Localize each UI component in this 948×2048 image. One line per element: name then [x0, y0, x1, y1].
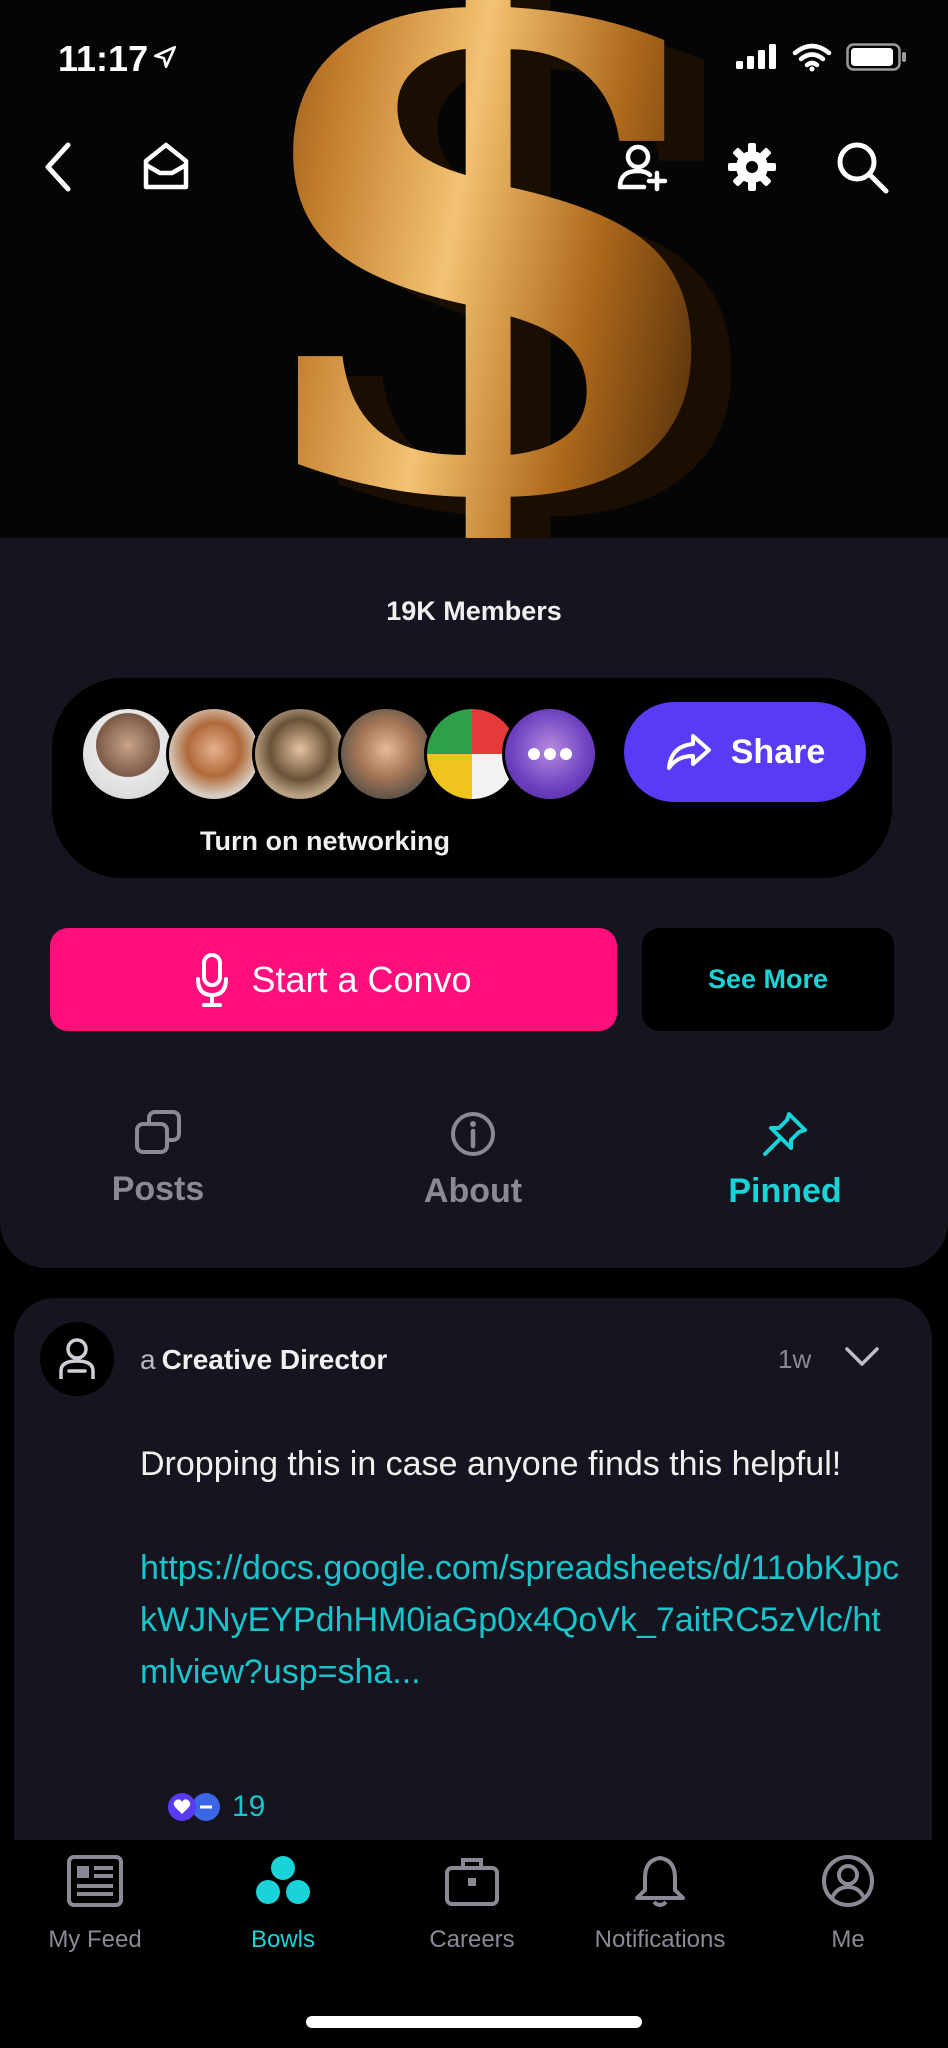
- nav-label: Me: [831, 1926, 865, 1953]
- start-convo-label: Start a Convo: [251, 958, 472, 1000]
- see-more-button[interactable]: See More: [642, 928, 894, 1031]
- post-options-button[interactable]: [844, 1346, 880, 1373]
- post-text: Dropping this in case anyone finds this …: [140, 1445, 842, 1483]
- battery-icon: [846, 43, 906, 71]
- reaction-count: 19: [232, 1790, 266, 1823]
- nav-notifications[interactable]: Notifications: [570, 1854, 750, 1954]
- tab-posts[interactable]: Posts: [48, 1110, 268, 1220]
- member-avatar[interactable]: [338, 706, 434, 802]
- status-bar: 11:17: [0, 0, 948, 120]
- status-icons: [734, 42, 908, 72]
- share-arrow-icon: [666, 734, 711, 770]
- profile-icon: [822, 1855, 874, 1907]
- gear-icon: [728, 143, 776, 191]
- home-indicator[interactable]: [306, 2016, 642, 2028]
- briefcase-icon: [445, 1858, 499, 1906]
- nav-bowls[interactable]: Bowls: [193, 1854, 373, 1954]
- member-avatar[interactable]: [166, 706, 262, 802]
- inbox-button[interactable]: [134, 135, 198, 199]
- post-link[interactable]: https://docs.google.com/spreadsheets/d/1…: [140, 1542, 900, 1698]
- pin-icon: [763, 1112, 807, 1156]
- tab-label: About: [423, 1172, 523, 1210]
- nav-me[interactable]: Me: [758, 1854, 938, 1954]
- nav-careers[interactable]: Careers: [382, 1854, 562, 1954]
- back-chevron-icon: [45, 142, 71, 192]
- reaction-icons: [168, 1793, 220, 1821]
- share-label: Share: [730, 732, 826, 771]
- member-avatar[interactable]: [252, 706, 348, 802]
- author-avatar[interactable]: [40, 1322, 114, 1396]
- more-dots-icon: [528, 748, 572, 760]
- settings-button[interactable]: [720, 135, 784, 199]
- post-body: Dropping this in case anyone finds this …: [140, 1438, 900, 1698]
- post-author[interactable]: a Creative Director: [140, 1344, 387, 1376]
- more-members-button[interactable]: [502, 706, 598, 802]
- anonymous-user-icon: [59, 1338, 95, 1379]
- wifi-icon: [792, 43, 832, 72]
- member-count: 19K Members: [386, 596, 562, 626]
- nav-label: My Feed: [48, 1926, 142, 1953]
- location-arrow-icon: [153, 45, 177, 69]
- tab-about[interactable]: About: [363, 1110, 583, 1220]
- feed-icon: [67, 1855, 123, 1907]
- search-button[interactable]: [830, 135, 894, 199]
- bowls-icon: [256, 1856, 310, 1904]
- signal-icon: [736, 44, 776, 69]
- info-icon: [451, 1112, 495, 1156]
- nav-my-feed[interactable]: My Feed: [5, 1854, 185, 1954]
- start-convo-button[interactable]: Start a Convo: [50, 928, 617, 1031]
- tab-pinned[interactable]: Pinned: [675, 1110, 895, 1220]
- nav-label: Notifications: [594, 1926, 726, 1953]
- nav-label: Bowls: [250, 1926, 316, 1953]
- member-avatar[interactable]: [80, 706, 176, 802]
- networking-toggle-label[interactable]: Turn on networking: [200, 826, 450, 857]
- nav-label: Careers: [429, 1926, 515, 1953]
- bell-icon: [635, 1856, 685, 1907]
- back-button[interactable]: [28, 135, 92, 199]
- status-time: 11:17: [58, 38, 149, 79]
- author-role: Creative Director: [161, 1344, 388, 1375]
- chevron-down-icon: [845, 1347, 879, 1366]
- reactions[interactable]: 19: [166, 1790, 265, 1824]
- search-icon: [837, 142, 889, 194]
- share-button[interactable]: Share: [624, 702, 866, 802]
- copy-icon: [135, 1110, 181, 1154]
- tab-label: Pinned: [728, 1172, 842, 1210]
- tab-label: Posts: [111, 1170, 205, 1208]
- inbox-icon: [143, 142, 189, 190]
- author-prefix: a: [140, 1344, 156, 1375]
- microphone-icon: [196, 952, 229, 1007]
- add-user-icon: [617, 144, 668, 192]
- post-timestamp: 1w: [778, 1344, 812, 1374]
- add-member-button[interactable]: [610, 135, 674, 199]
